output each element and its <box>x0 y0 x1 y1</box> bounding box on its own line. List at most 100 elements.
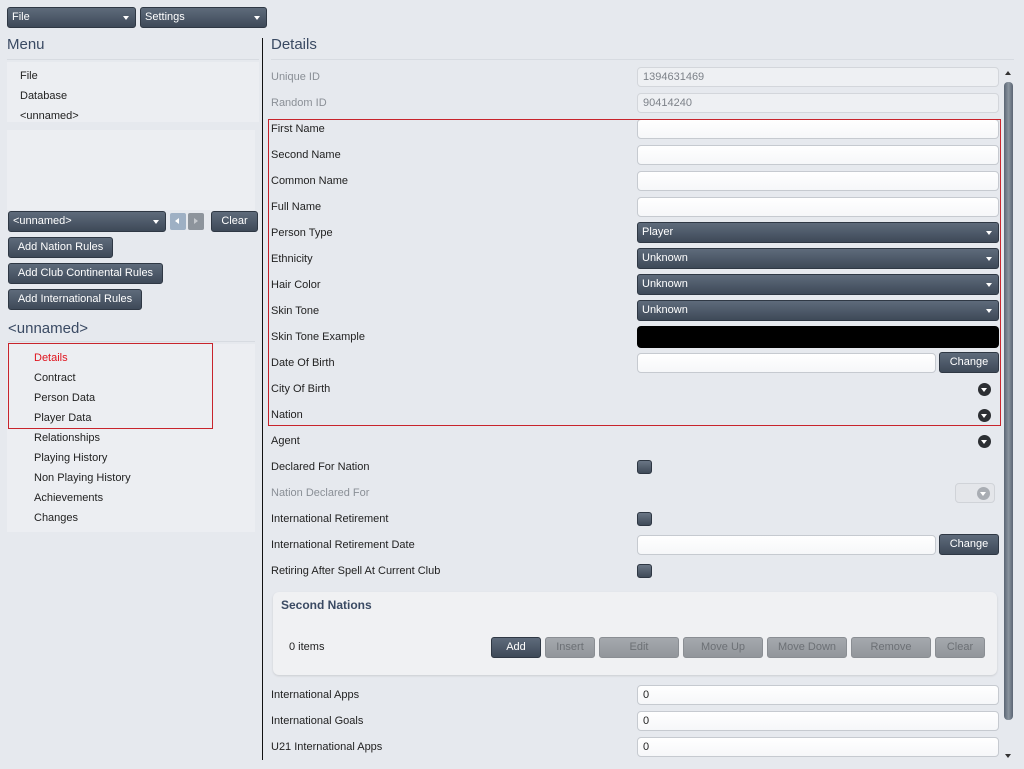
menu-item-file[interactable]: File <box>7 66 259 86</box>
nation-declared-for-label: Nation Declared For <box>271 487 370 499</box>
row-international-retirement-date: International Retirement Date Change <box>271 532 1001 558</box>
international-apps-label: International Apps <box>271 689 360 701</box>
u21-international-apps-label: U21 International Apps <box>271 741 383 753</box>
declared-for-nation-label: Declared For Nation <box>271 461 370 473</box>
page-item-player-data[interactable]: Player Data <box>7 408 255 428</box>
full-name-input[interactable] <box>637 197 999 217</box>
second-nations-insert-button: Insert <box>545 637 595 658</box>
date-of-birth-input[interactable] <box>637 353 936 373</box>
add-club-continental-rules-button[interactable]: Add Club Continental Rules <box>8 263 163 284</box>
person-type-value: Player <box>642 226 674 238</box>
page-item-details[interactable]: Details <box>7 348 255 368</box>
person-type-select[interactable]: Player <box>637 222 999 243</box>
row-full-name: Full Name <box>271 194 1001 220</box>
first-name-input[interactable] <box>637 119 999 139</box>
row-international-goals: International Goals 0 <box>271 708 1001 734</box>
person-type-label: Person Type <box>271 227 333 239</box>
menu-item-unnamed[interactable]: <unnamed> <box>7 106 259 126</box>
international-retirement-date-label: International Retirement Date <box>271 539 415 551</box>
second-nations-remove-button: Remove <box>851 637 931 658</box>
arrow-left-icon <box>175 218 179 224</box>
city-of-birth-dropdown-icon[interactable] <box>978 383 991 396</box>
top-bar: File Settings <box>0 0 1024 33</box>
second-nations-move-down-button: Move Down <box>767 637 847 658</box>
nation-label: Nation <box>271 409 303 421</box>
page-item-person-data[interactable]: Person Data <box>7 388 255 408</box>
add-international-rules-button[interactable]: Add International Rules <box>8 289 142 310</box>
row-first-name: First Name <box>271 116 1001 142</box>
page-item-contract[interactable]: Contract <box>7 368 255 388</box>
city-of-birth-label: City Of Birth <box>271 383 331 395</box>
international-apps-input[interactable]: 0 <box>637 685 999 705</box>
u21-international-apps-input[interactable]: 0 <box>637 737 999 757</box>
ethnicity-value: Unknown <box>642 252 688 264</box>
date-of-birth-label: Date Of Birth <box>271 357 335 369</box>
previous-button[interactable] <box>170 213 186 230</box>
chevron-down-icon <box>123 16 129 20</box>
chevron-down-icon <box>986 231 992 235</box>
date-of-birth-change-button[interactable]: Change <box>939 352 999 373</box>
details-title: Details <box>271 36 1014 60</box>
rules-selector-dropdown[interactable]: <unnamed> <box>8 211 166 232</box>
row-international-retirement: International Retirement <box>271 506 1001 532</box>
page-item-achievements[interactable]: Achievements <box>7 488 255 508</box>
scroll-down-arrow-icon[interactable] <box>1005 754 1011 758</box>
row-random-id: Random ID 90414240 <box>271 90 1001 116</box>
second-nations-title: Second Nations <box>281 598 372 612</box>
second-name-input[interactable] <box>637 145 999 165</box>
row-hair-color: Hair Color Unknown <box>271 272 1001 298</box>
scroll-up-arrow-icon[interactable] <box>1005 71 1011 75</box>
page-item-playing-history[interactable]: Playing History <box>7 448 255 468</box>
ethnicity-select[interactable]: Unknown <box>637 248 999 269</box>
arrow-right-icon <box>194 218 198 224</box>
scrollbar-thumb[interactable] <box>1004 82 1013 720</box>
agent-dropdown-icon[interactable] <box>978 435 991 448</box>
details-panel: Details <box>271 36 1014 60</box>
settings-menu-label: Settings <box>145 11 185 23</box>
full-name-label: Full Name <box>271 201 322 213</box>
common-name-label: Common Name <box>271 175 349 187</box>
unique-id-field: 1394631469 <box>637 67 999 87</box>
retiring-after-spell-checkbox[interactable] <box>637 564 652 578</box>
rules-clear-button[interactable]: Clear <box>211 211 258 232</box>
declared-for-nation-checkbox[interactable] <box>637 460 652 474</box>
record-pages-list: Details Contract Person Data Player Data… <box>7 344 255 532</box>
hair-color-select[interactable]: Unknown <box>637 274 999 295</box>
file-menu-dropdown[interactable]: File <box>7 7 136 28</box>
page-item-changes[interactable]: Changes <box>7 508 255 528</box>
row-person-type: Person Type Player <box>271 220 1001 246</box>
add-nation-rules-button[interactable]: Add Nation Rules <box>8 237 113 258</box>
page-item-relationships[interactable]: Relationships <box>7 428 255 448</box>
next-button[interactable] <box>188 213 204 230</box>
skin-tone-select[interactable]: Unknown <box>637 300 999 321</box>
settings-menu-dropdown[interactable]: Settings <box>140 7 267 28</box>
unique-id-label: Unique ID <box>271 71 320 83</box>
international-goals-input[interactable]: 0 <box>637 711 999 731</box>
row-skin-tone: Skin Tone Unknown <box>271 298 1001 324</box>
second-nations-group: Second Nations 0 items Add Insert Edit M… <box>273 592 997 675</box>
details-scrollbar[interactable] <box>1002 66 1016 760</box>
rules-selector-value: <unnamed> <box>13 215 72 227</box>
row-date-of-birth: Date Of Birth Change <box>271 350 1001 376</box>
menu-item-database[interactable]: Database <box>7 86 259 106</box>
first-name-label: First Name <box>271 123 325 135</box>
menu-list: File Database <unnamed> <box>7 62 259 122</box>
international-retirement-date-input[interactable] <box>637 535 936 555</box>
second-nations-clear-button: Clear <box>935 637 985 658</box>
common-name-input[interactable] <box>637 171 999 191</box>
nation-dropdown-icon[interactable] <box>978 409 991 422</box>
second-nations-add-button[interactable]: Add <box>491 637 541 658</box>
record-title: <unnamed> <box>8 320 255 342</box>
ethnicity-label: Ethnicity <box>271 253 313 265</box>
skin-tone-swatch <box>637 326 999 348</box>
chevron-down-icon <box>986 309 992 313</box>
skin-tone-value: Unknown <box>642 304 688 316</box>
page-item-non-playing-history[interactable]: Non Playing History <box>7 468 255 488</box>
international-retirement-date-change-button[interactable]: Change <box>939 534 999 555</box>
nation-declared-for-dropdown <box>955 483 995 503</box>
international-retirement-label: International Retirement <box>271 513 389 525</box>
second-nations-count: 0 items <box>289 641 325 653</box>
second-name-label: Second Name <box>271 149 341 161</box>
row-declared-for-nation: Declared For Nation <box>271 454 1001 480</box>
international-retirement-checkbox[interactable] <box>637 512 652 526</box>
